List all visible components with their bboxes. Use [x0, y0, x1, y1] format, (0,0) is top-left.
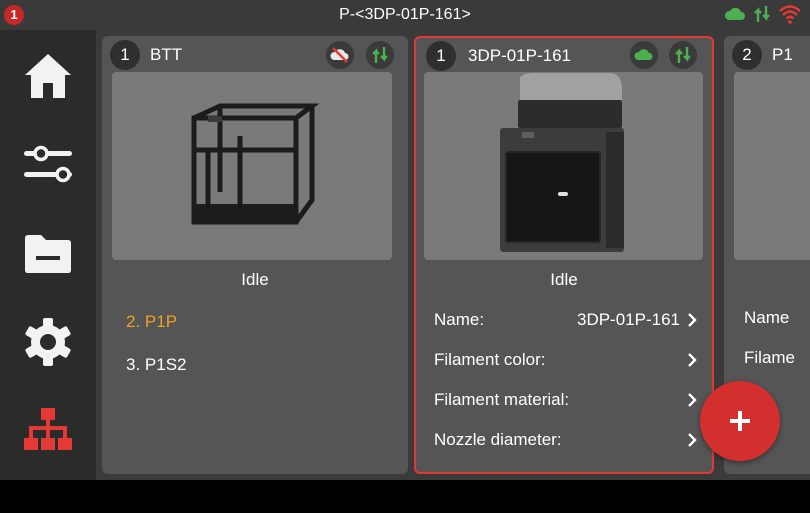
printer-card[interactable]: 1 BTT Idle 2. P1P 3. P1S2	[102, 36, 408, 474]
plus-icon	[730, 411, 750, 431]
status-icons	[724, 4, 802, 29]
chevron-right-icon	[688, 393, 697, 407]
printer-image	[424, 72, 703, 260]
printer-name: 3DP-01P-161	[468, 46, 572, 65]
cloud-off-icon	[326, 41, 354, 69]
sidebar	[0, 30, 96, 480]
detail-label: Filame	[744, 348, 796, 367]
chevron-right-icon	[688, 313, 697, 327]
sync-icon	[754, 5, 770, 28]
sidebar-item-gear[interactable]	[20, 314, 76, 370]
card-header: 2 P1	[724, 36, 810, 72]
gear-icon	[25, 318, 71, 366]
card-header: 1 3DP-01P-161	[416, 38, 712, 74]
sidebar-item-files[interactable]	[20, 226, 76, 282]
folder-icon	[25, 235, 71, 273]
queue-item[interactable]: 3. P1S2	[126, 355, 187, 375]
printer-number: 1	[110, 40, 140, 70]
sync-icon	[669, 41, 697, 69]
detail-row-filament-material[interactable]: Filament material:	[434, 385, 698, 415]
detail-value: 3DP-01P-161	[576, 310, 680, 329]
detail-row-filament-color[interactable]: Filament color:	[434, 345, 698, 375]
sidebar-item-settings-sliders[interactable]	[20, 136, 76, 192]
printer-name: P1	[772, 45, 793, 64]
network-icon	[24, 408, 72, 450]
detail-row-name[interactable]: Name: 3DP-01P-161	[434, 305, 698, 335]
printer-status: Idle	[241, 270, 269, 289]
sidebar-item-network[interactable]	[20, 402, 76, 458]
detail-label: Filament material:	[434, 390, 570, 409]
queue-item[interactable]: 2. P1P	[126, 312, 177, 332]
detail-row[interactable]: Filame	[744, 343, 810, 373]
sliders-icon	[24, 145, 72, 183]
printer-image	[734, 72, 810, 260]
page-title: P-<3DP-01P-161>	[339, 6, 471, 23]
printer-image	[112, 72, 392, 260]
queue-item-label: 3. P1S2	[126, 355, 187, 374]
chevron-right-icon	[688, 433, 697, 447]
printer-name: BTT	[150, 45, 183, 64]
printer-status: Idle	[550, 270, 578, 289]
detail-label: Nozzle diameter:	[434, 430, 562, 449]
card-header: 1 BTT	[102, 36, 408, 72]
detail-label: Name	[744, 308, 790, 327]
cloud-icon	[630, 41, 658, 69]
detail-label: Name:	[434, 310, 485, 329]
detail-label: Filament color:	[434, 350, 546, 369]
queue-item-label: 2. P1P	[126, 312, 178, 331]
sync-icon	[366, 41, 394, 69]
status-bar: 1 P-<3DP-01P-161>	[0, 0, 810, 30]
cloud-icon	[724, 6, 746, 27]
detail-row[interactable]: Name	[744, 303, 810, 333]
printer-number: 2	[732, 40, 762, 70]
printer-number: 1	[426, 41, 456, 71]
add-printer-button[interactable]	[700, 381, 780, 461]
chevron-right-icon	[688, 353, 697, 367]
detail-row-nozzle-diameter[interactable]: Nozzle diameter:	[434, 425, 698, 455]
wifi-icon	[778, 4, 802, 29]
home-icon	[25, 54, 71, 98]
printer-card-selected[interactable]: 1 3DP-01P-161 Idle Name: 3DP-01P-161 Fil…	[414, 36, 714, 474]
sidebar-item-home[interactable]	[20, 48, 76, 104]
